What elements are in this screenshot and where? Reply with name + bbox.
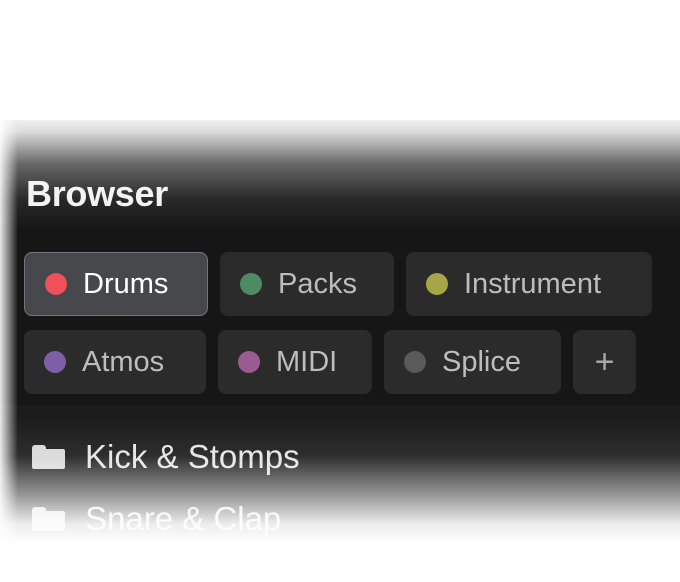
tag-label: Splice	[442, 345, 521, 378]
tag-color-dot	[44, 351, 66, 373]
tag-midi[interactable]: MIDI	[218, 330, 372, 394]
tag-splice[interactable]: Splice	[384, 330, 561, 394]
tag-label: MIDI	[276, 345, 338, 378]
folder-icon	[32, 507, 65, 531]
add-tag-button[interactable]: +	[573, 330, 636, 394]
tag-label: Packs	[278, 267, 357, 300]
folder-label: Kick & Stomps	[85, 438, 300, 475]
tag-drums[interactable]: Drums	[24, 252, 208, 316]
browser-screen: Browser Drums Packs Instrument Atmos MID…	[0, 0, 680, 582]
folder-item[interactable]: Kick & Stomps	[32, 438, 300, 476]
tag-atmos[interactable]: Atmos	[24, 330, 206, 394]
panel-title: Browser	[26, 173, 168, 214]
tag-color-dot	[404, 351, 426, 373]
folder-item[interactable]: Snare & Clap	[32, 500, 281, 538]
tag-instrument[interactable]: Instrument	[406, 252, 652, 316]
tag-packs[interactable]: Packs	[220, 252, 394, 316]
folder-icon	[32, 445, 65, 469]
folder-label: Snare & Clap	[85, 500, 282, 537]
tag-label: Atmos	[82, 345, 165, 378]
tag-color-dot	[240, 273, 262, 295]
tag-color-dot	[426, 273, 448, 295]
tag-color-dot	[238, 351, 260, 373]
plus-icon: +	[594, 342, 615, 381]
tag-color-dot	[45, 273, 67, 295]
tag-label: Instrument	[464, 267, 601, 300]
tag-label: Drums	[83, 267, 169, 300]
